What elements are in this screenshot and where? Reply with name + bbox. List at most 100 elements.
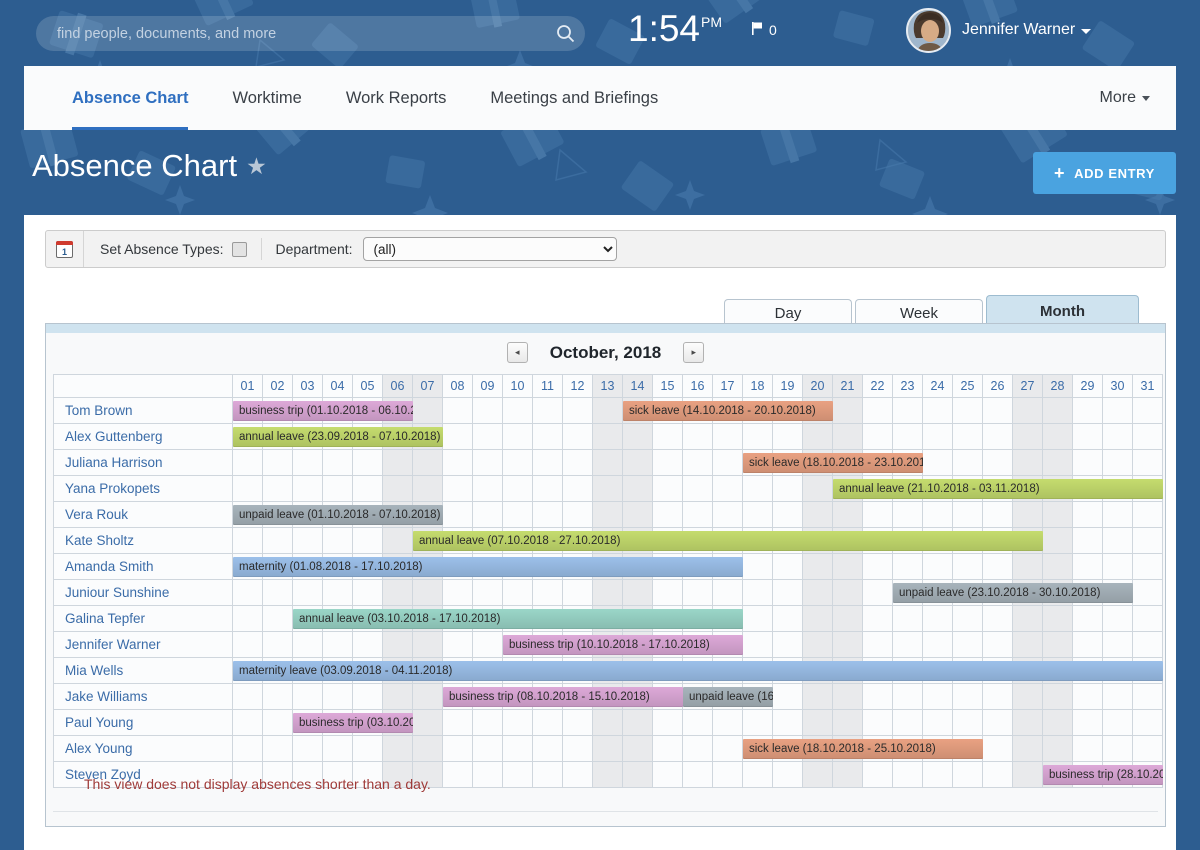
day-cell[interactable] bbox=[743, 710, 773, 736]
next-month-button[interactable]: ▸ bbox=[683, 342, 705, 363]
day-cell[interactable] bbox=[533, 710, 563, 736]
day-cell[interactable] bbox=[1013, 710, 1043, 736]
day-cell[interactable] bbox=[1043, 424, 1073, 450]
day-cell[interactable] bbox=[893, 424, 923, 450]
day-header-30[interactable]: 30 bbox=[1103, 374, 1133, 398]
employee-name[interactable]: Mia Wells bbox=[53, 658, 233, 684]
day-cell[interactable] bbox=[563, 450, 593, 476]
day-cell[interactable] bbox=[293, 476, 323, 502]
day-header-25[interactable]: 25 bbox=[953, 374, 983, 398]
day-cell[interactable] bbox=[503, 424, 533, 450]
absence-bar[interactable]: unpaid leave (16.10.2018 - 18.10.2018) bbox=[683, 687, 773, 707]
day-cell[interactable] bbox=[683, 710, 713, 736]
day-cell[interactable] bbox=[593, 736, 623, 762]
day-cell[interactable] bbox=[893, 632, 923, 658]
day-cell[interactable] bbox=[533, 398, 563, 424]
day-cell[interactable] bbox=[1103, 684, 1133, 710]
day-cell[interactable] bbox=[863, 762, 893, 788]
day-cell[interactable] bbox=[293, 450, 323, 476]
day-header-16[interactable]: 16 bbox=[683, 374, 713, 398]
day-cell[interactable] bbox=[1103, 736, 1133, 762]
day-cell[interactable] bbox=[1073, 398, 1103, 424]
day-cell[interactable] bbox=[443, 762, 473, 788]
day-cell[interactable] bbox=[833, 424, 863, 450]
day-cell[interactable] bbox=[773, 580, 803, 606]
day-cell[interactable] bbox=[803, 632, 833, 658]
day-cell[interactable] bbox=[1073, 606, 1103, 632]
day-header-29[interactable]: 29 bbox=[1073, 374, 1103, 398]
more-menu[interactable]: More bbox=[1100, 89, 1176, 107]
day-cell[interactable] bbox=[833, 632, 863, 658]
day-cell[interactable] bbox=[743, 606, 773, 632]
absence-types-toggle[interactable] bbox=[231, 241, 247, 257]
day-cell[interactable] bbox=[533, 424, 563, 450]
day-cell[interactable] bbox=[1013, 398, 1043, 424]
day-cell[interactable] bbox=[983, 424, 1013, 450]
employee-name[interactable]: Paul Young bbox=[53, 710, 233, 736]
day-cell[interactable] bbox=[1133, 684, 1163, 710]
day-cell[interactable] bbox=[863, 554, 893, 580]
day-cell[interactable] bbox=[1073, 450, 1103, 476]
day-cell[interactable] bbox=[443, 476, 473, 502]
day-cell[interactable] bbox=[503, 762, 533, 788]
day-cell[interactable] bbox=[953, 450, 983, 476]
day-cell[interactable] bbox=[773, 476, 803, 502]
day-header-01[interactable]: 01 bbox=[233, 374, 263, 398]
day-cell[interactable] bbox=[383, 632, 413, 658]
day-cell[interactable] bbox=[1043, 606, 1073, 632]
day-cell[interactable] bbox=[263, 684, 293, 710]
day-header-09[interactable]: 09 bbox=[473, 374, 503, 398]
absence-bar[interactable]: maternity (01.08.2018 - 17.10.2018) bbox=[233, 557, 743, 577]
day-header-10[interactable]: 10 bbox=[503, 374, 533, 398]
day-cell[interactable] bbox=[413, 710, 443, 736]
day-cell[interactable] bbox=[323, 684, 353, 710]
search-input[interactable] bbox=[36, 25, 545, 42]
day-cell[interactable] bbox=[743, 424, 773, 450]
day-cell[interactable] bbox=[983, 762, 1013, 788]
day-header-14[interactable]: 14 bbox=[623, 374, 653, 398]
day-cell[interactable] bbox=[1043, 736, 1073, 762]
day-cell[interactable] bbox=[743, 502, 773, 528]
day-cell[interactable] bbox=[803, 476, 833, 502]
day-cell[interactable] bbox=[953, 502, 983, 528]
day-cell[interactable] bbox=[953, 632, 983, 658]
employee-name[interactable]: Juniour Sunshine bbox=[53, 580, 233, 606]
day-cell[interactable] bbox=[323, 528, 353, 554]
day-cell[interactable] bbox=[263, 528, 293, 554]
day-cell[interactable] bbox=[863, 502, 893, 528]
day-cell[interactable] bbox=[233, 476, 263, 502]
day-cell[interactable] bbox=[413, 684, 443, 710]
day-cell[interactable] bbox=[503, 398, 533, 424]
day-cell[interactable] bbox=[773, 606, 803, 632]
day-cell[interactable] bbox=[653, 476, 683, 502]
day-cell[interactable] bbox=[1013, 684, 1043, 710]
day-cell[interactable] bbox=[773, 684, 803, 710]
day-cell[interactable] bbox=[683, 450, 713, 476]
day-cell[interactable] bbox=[233, 710, 263, 736]
flag-notifications[interactable]: 0 bbox=[752, 22, 777, 38]
day-cell[interactable] bbox=[983, 398, 1013, 424]
day-cell[interactable] bbox=[743, 554, 773, 580]
tab-absence-chart[interactable]: Absence Chart bbox=[50, 66, 210, 130]
day-cell[interactable] bbox=[623, 710, 653, 736]
day-header-11[interactable]: 11 bbox=[533, 374, 563, 398]
day-cell[interactable] bbox=[1013, 450, 1043, 476]
absence-bar[interactable]: unpaid leave (01.10.2018 - 07.10.2018) bbox=[233, 505, 443, 525]
day-cell[interactable] bbox=[443, 450, 473, 476]
day-cell[interactable] bbox=[233, 528, 263, 554]
day-cell[interactable] bbox=[443, 580, 473, 606]
day-header-13[interactable]: 13 bbox=[593, 374, 623, 398]
day-cell[interactable] bbox=[593, 502, 623, 528]
day-cell[interactable] bbox=[623, 476, 653, 502]
day-cell[interactable] bbox=[893, 710, 923, 736]
day-cell[interactable] bbox=[563, 762, 593, 788]
employee-name[interactable]: Vera Rouk bbox=[53, 502, 233, 528]
day-cell[interactable] bbox=[1013, 762, 1043, 788]
day-cell[interactable] bbox=[233, 606, 263, 632]
day-header-20[interactable]: 20 bbox=[803, 374, 833, 398]
day-cell[interactable] bbox=[713, 762, 743, 788]
day-header-15[interactable]: 15 bbox=[653, 374, 683, 398]
search-icon[interactable] bbox=[545, 16, 585, 51]
day-cell[interactable] bbox=[953, 684, 983, 710]
tab-worktime[interactable]: Worktime bbox=[210, 66, 323, 130]
